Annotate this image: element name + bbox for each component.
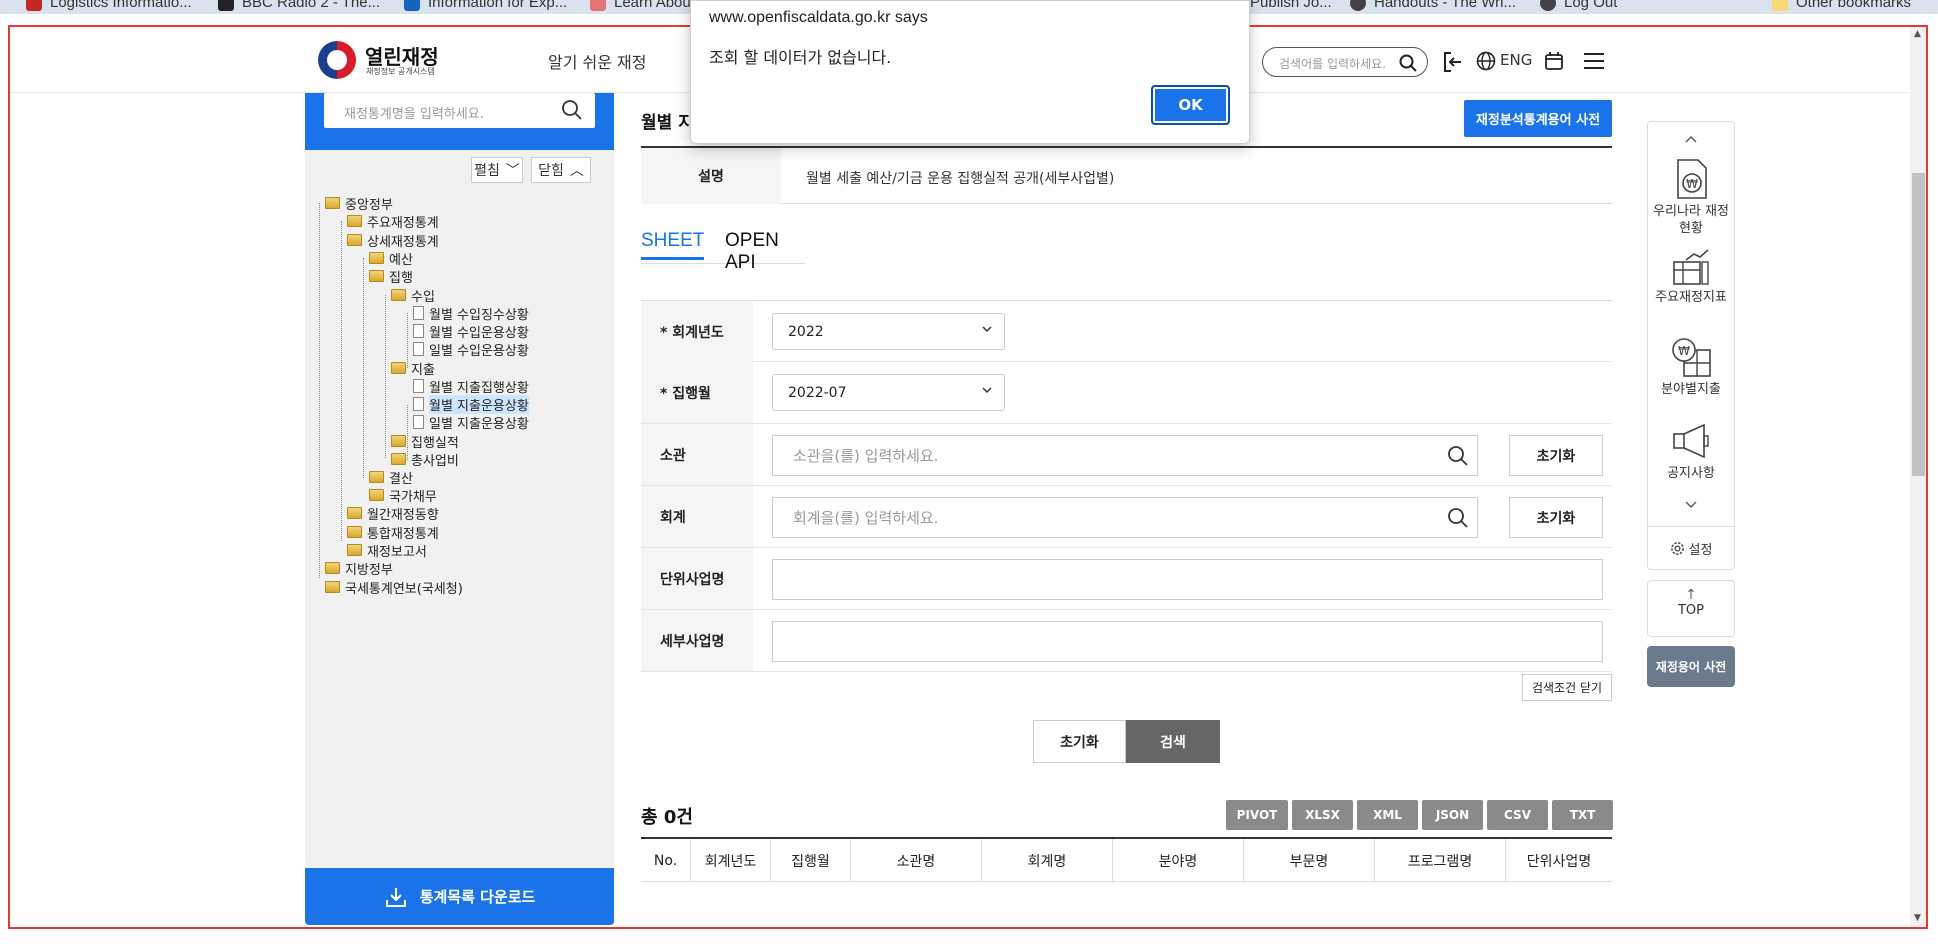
bookmark-item[interactable]: Learn Abou xyxy=(590,0,691,11)
grid-icon xyxy=(218,0,234,11)
learn-icon xyxy=(590,0,606,11)
globe-icon xyxy=(1540,0,1556,11)
bottom-strip xyxy=(0,931,1938,952)
globe-icon xyxy=(1350,0,1366,11)
dialog-title: www.openfiscaldata.go.kr says xyxy=(709,9,928,26)
bookmark-item[interactable]: Other bookmarks xyxy=(1772,0,1911,11)
dialog-message: 조회 할 데이터가 없습니다. xyxy=(709,48,892,67)
bookmark-item[interactable]: BBC Radio 2 - The... xyxy=(218,0,380,11)
highlight-frame xyxy=(8,25,1928,929)
folder-icon xyxy=(1772,0,1788,11)
bookmark-item[interactable]: Logistics Informatio... xyxy=(26,0,192,11)
bookmark-item[interactable]: Handouts - The Wri... xyxy=(1350,0,1516,11)
bookmark-item[interactable]: Log Out xyxy=(1540,0,1617,11)
flag-icon xyxy=(26,0,42,11)
dialog-ok-button[interactable]: OK xyxy=(1151,85,1230,125)
alert-dialog: www.openfiscaldata.go.kr says 조회 할 데이터가 … xyxy=(690,0,1250,144)
bookmark-item[interactable]: Publish Jo... xyxy=(1250,0,1332,11)
bookmark-item[interactable]: Information for Exp... xyxy=(404,0,567,11)
cursor-icon xyxy=(404,0,420,11)
